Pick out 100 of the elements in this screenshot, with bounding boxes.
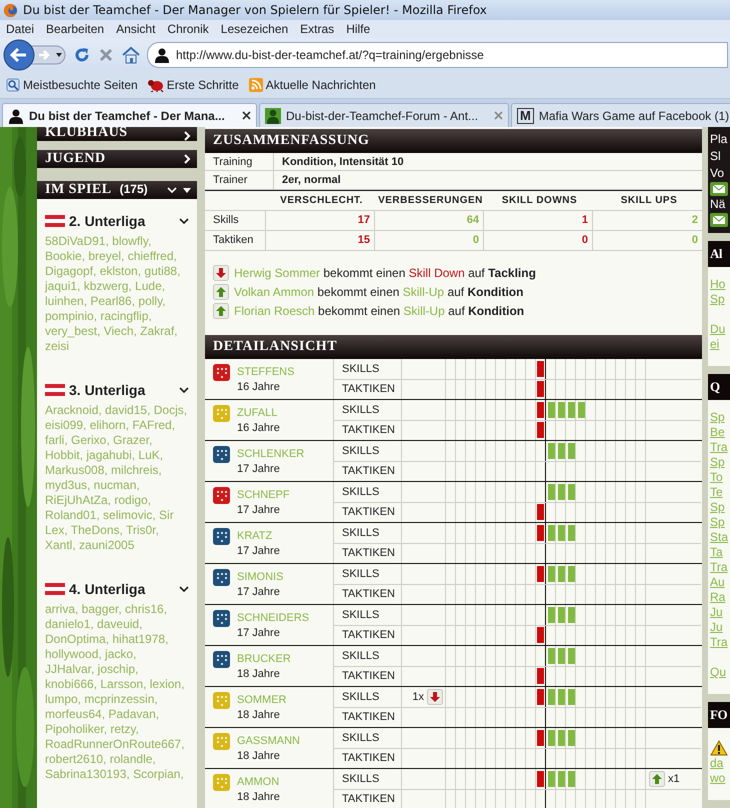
sidebar-link[interactable]: Qu [710, 665, 730, 680]
sidebar-link[interactable]: Sp [710, 410, 730, 425]
chevron-down-icon[interactable] [179, 586, 189, 592]
menu-item[interactable]: Ansicht [110, 22, 162, 36]
arrow-up-icon [649, 770, 665, 787]
row-label: TAKTIKEN [334, 544, 402, 563]
player-list: 58DiVaD91, blowfly, Bookie, breyel, chieffred, Digagopf, eklston, guti88, jaqui1, kbzwerg, Lude, luinhen, Pearl86, polly, pompinio, racingflip, very_best, Viech, Zakraf, zeisi [45, 234, 189, 354]
menu-item[interactable]: Chronik [161, 22, 215, 36]
menu-item[interactable]: Hilfe [340, 22, 376, 36]
sidebar-link[interactable]: Te [710, 485, 730, 500]
section-header: ZUSAMMENFASSUNG [205, 129, 702, 153]
browser-tab[interactable]: Du-bist-der-Teamchef-Forum - Ant... [259, 103, 509, 127]
bookmark[interactable]: Erste Schritte [148, 78, 239, 92]
reload-icon[interactable] [73, 46, 91, 64]
nav-bar[interactable]: JUGEND [37, 150, 197, 168]
sidebar-link[interactable]: Ho [710, 277, 730, 292]
row-label: SKILLS [334, 604, 402, 625]
close-icon[interactable] [242, 111, 251, 120]
player-name[interactable]: AMMON [237, 776, 333, 791]
player-name[interactable]: SIMONIS [237, 570, 333, 586]
flag-icon [45, 215, 65, 227]
sidebar-link[interactable]: Be [710, 425, 730, 440]
row-label: SKILLS [334, 400, 402, 420]
chevron-right-icon [184, 154, 191, 164]
person-icon [265, 108, 281, 124]
player-name[interactable]: STEFFENS [237, 366, 333, 381]
sidebar-link[interactable]: Ju [710, 605, 730, 620]
sidebar-link[interactable]: Ra [710, 590, 730, 605]
table-cell: 1 [483, 210, 592, 231]
row-label: TAKTIKEN [334, 666, 402, 686]
home-icon[interactable] [121, 46, 141, 64]
table-cell: 2 [592, 210, 702, 231]
sidebar-link[interactable]: Tra [710, 635, 730, 650]
player-name[interactable]: SCHNEIDERS [237, 612, 333, 627]
browser-tab[interactable]: Du bist der Teamchef - Der Mana... [2, 103, 257, 127]
row-label: SKILLS [334, 728, 402, 748]
player-age: 17 Jahre [237, 586, 281, 598]
arrow-down-icon [427, 688, 443, 705]
menu-item[interactable]: Extras [294, 22, 340, 36]
sidebar-link[interactable]: Ju [710, 620, 730, 635]
player-name[interactable]: BRUCKER [237, 652, 333, 668]
back-button[interactable] [3, 39, 67, 71]
sidebar-link[interactable]: Du [710, 322, 730, 337]
row-label: TAKTIKEN [334, 420, 402, 440]
sidebar-link[interactable]: Sp [710, 500, 730, 515]
section-header[interactable]: IM SPIEL (175) [37, 181, 197, 199]
player-name[interactable]: SCHLENKER [237, 448, 333, 463]
person-icon [8, 108, 24, 124]
count-label: (175) [120, 182, 148, 196]
row-label: SKILLS [334, 768, 402, 789]
player-age: 18 Jahre [237, 668, 281, 680]
table-cell: 64 [374, 210, 483, 231]
player-name[interactable]: SOMMER [237, 694, 333, 709]
sidebar-link[interactable]: Sp [710, 292, 730, 307]
info-label: Nä [710, 196, 726, 213]
flag-icon [45, 583, 65, 595]
mail-icon[interactable] [710, 182, 728, 196]
info-label: Sl [710, 148, 722, 165]
arrow-up-icon [213, 284, 229, 300]
sidebar-link[interactable]: Ta [710, 545, 730, 560]
mail-icon[interactable] [710, 213, 728, 227]
sidebar-link[interactable]: Au [710, 575, 730, 590]
sidebar-link[interactable]: Sp [710, 455, 730, 470]
menu-item[interactable]: Lesezeichen [214, 22, 294, 36]
nav-bar[interactable]: KLUBHAUS [37, 127, 197, 141]
info-label: Pla [710, 131, 728, 148]
player-name[interactable]: KRATZ [237, 530, 333, 545]
sidebar-link[interactable]: Tra [710, 560, 730, 575]
row-label: SKILLS [334, 440, 402, 461]
address-field[interactable]: http://www.du-bist-der-teamchef.at/?q=training/ergebnisse [147, 42, 728, 68]
column-header: VERBESSERUNGEN [374, 190, 483, 211]
row-label: SKILLS [334, 646, 402, 666]
sidebar-link[interactable]: Tra [710, 440, 730, 455]
chevron-down-icon[interactable] [179, 218, 189, 224]
window-title: Du bist der Teamchef - Der Manager von Spielern für Spieler! - Mozilla Firefox [23, 3, 487, 17]
player-age: 18 Jahre [237, 708, 281, 721]
player-age: 17 Jahre [237, 626, 281, 639]
row-label: SKILLS [334, 564, 402, 584]
sidebar-link[interactable]: Sta [710, 530, 730, 545]
player-name[interactable]: ZUFALL [237, 406, 333, 422]
browser-tab[interactable]: M Mafia Wars Game auf Facebook (1) [511, 103, 730, 127]
player-name[interactable]: SCHNEPF [237, 488, 333, 504]
sidebar-link[interactable]: To [710, 470, 730, 485]
player-name[interactable]: GASSMANN [237, 734, 333, 750]
sidebar-link[interactable]: Sp [710, 515, 730, 530]
sidebar-link[interactable]: ei [710, 337, 730, 352]
sidebar-link[interactable]: wo [710, 771, 730, 786]
bookmark[interactable]: Aktuelle Nachrichten [248, 78, 376, 92]
sidebar-link[interactable]: da [710, 756, 730, 771]
menu-item[interactable]: Bearbeiten [40, 22, 110, 36]
player-age: 16 Jahre [237, 380, 281, 393]
flag-icon [45, 384, 65, 396]
row-label: TAKTIKEN [334, 748, 402, 768]
person-icon [154, 47, 170, 63]
chevron-down-icon[interactable] [179, 386, 189, 394]
row-label: TAKTIKEN [334, 708, 402, 727]
menu-item[interactable]: Datei [0, 22, 40, 36]
nav-label: KLUBHAUS [45, 127, 128, 141]
bookmark[interactable]: Meistbesuchte Seiten [6, 78, 138, 92]
info-label: Training [205, 153, 274, 170]
